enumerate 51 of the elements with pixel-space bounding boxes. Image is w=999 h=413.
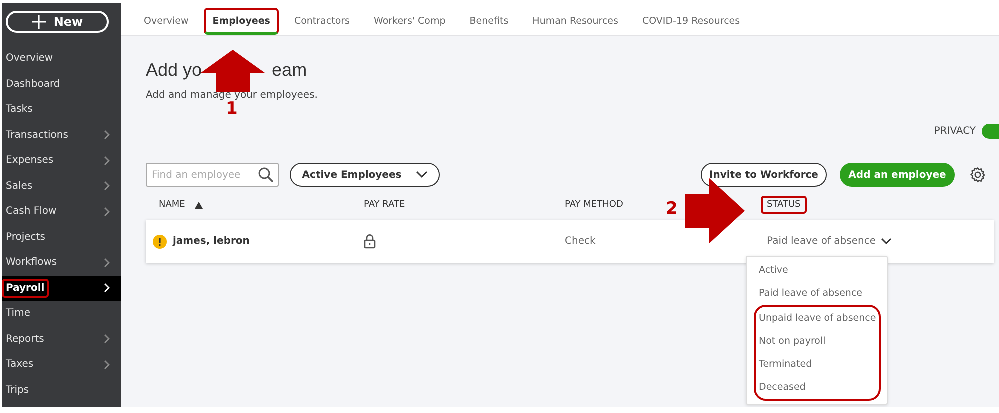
tab[interactable]: Overview xyxy=(135,8,198,35)
sidebar-item[interactable]: Time xyxy=(2,301,121,326)
column-header[interactable]: PAY METHOD xyxy=(559,196,630,214)
chevron-down-icon xyxy=(880,238,892,245)
page-title: eam xyxy=(272,60,308,82)
menu-item[interactable]: Paid leave of absence xyxy=(747,282,887,305)
sidebar-item[interactable]: Tasks xyxy=(2,97,121,122)
annotation-number: 2 xyxy=(666,199,678,219)
filter-dropdown[interactable]: Active Employees xyxy=(290,163,440,187)
page-title: Add yo xyxy=(146,60,202,82)
tab[interactable]: Contractors xyxy=(285,8,359,35)
table-cell: Check xyxy=(565,236,596,247)
menu-item[interactable]: Terminated xyxy=(756,353,879,376)
search-icon xyxy=(258,167,274,183)
sidebar-item[interactable]: Expenses xyxy=(2,148,121,174)
sidebar-item[interactable]: Trips xyxy=(2,378,121,403)
sidebar-item[interactable]: Reports xyxy=(2,326,121,352)
menu-item[interactable]: Active xyxy=(747,259,887,282)
sidebar-item[interactable]: Workflows xyxy=(2,250,121,276)
tab[interactable]: Human Resources xyxy=(524,8,628,35)
sidebar-item[interactable]: Transactions xyxy=(2,122,121,148)
right-arrow xyxy=(685,178,745,244)
sidebar-item[interactable]: Projects xyxy=(2,224,121,250)
invite-button[interactable]: Invite to Workforce xyxy=(701,163,827,187)
sidebar-item[interactable]: Payroll xyxy=(2,276,121,301)
menu-item[interactable]: Unpaid leave of absence xyxy=(756,307,879,330)
sidebar-item[interactable]: Sales xyxy=(2,174,121,199)
column-header[interactable]: STATUS xyxy=(761,196,807,214)
up-arrow xyxy=(201,50,265,92)
menu-item[interactable]: Deceased xyxy=(756,376,879,399)
menu-item[interactable]: Not on payroll xyxy=(756,330,879,353)
new-button[interactable]: New xyxy=(6,11,109,33)
tab[interactable]: Benefits xyxy=(460,8,518,35)
privacy-label: PRIVACY xyxy=(934,126,976,136)
sidebar-item[interactable]: Dashboard xyxy=(2,72,121,97)
plus-icon xyxy=(32,15,46,29)
tab[interactable]: COVID-19 Resources xyxy=(633,8,750,35)
chevron-down-icon xyxy=(416,171,428,179)
column-header[interactable]: NAME xyxy=(153,196,192,214)
page-subtitle: Add and manage your employees. xyxy=(146,90,319,101)
tab[interactable]: Workers' Comp xyxy=(365,8,455,35)
settings-icon[interactable] xyxy=(970,167,986,183)
tab[interactable]: Employees xyxy=(204,8,280,35)
annotation-number: 1 xyxy=(226,99,238,119)
status-dropdown[interactable]: Paid leave of absence xyxy=(767,236,892,247)
employee-name[interactable]: james, lebron xyxy=(173,236,250,247)
search-field[interactable]: Find an employee xyxy=(146,163,279,187)
sidebar-item[interactable]: Cash Flow xyxy=(2,199,121,224)
sidebar-item[interactable]: Taxes xyxy=(2,352,121,378)
sidebar-item[interactable]: Overview xyxy=(2,46,121,72)
column-header[interactable]: PAY RATE xyxy=(358,196,412,214)
